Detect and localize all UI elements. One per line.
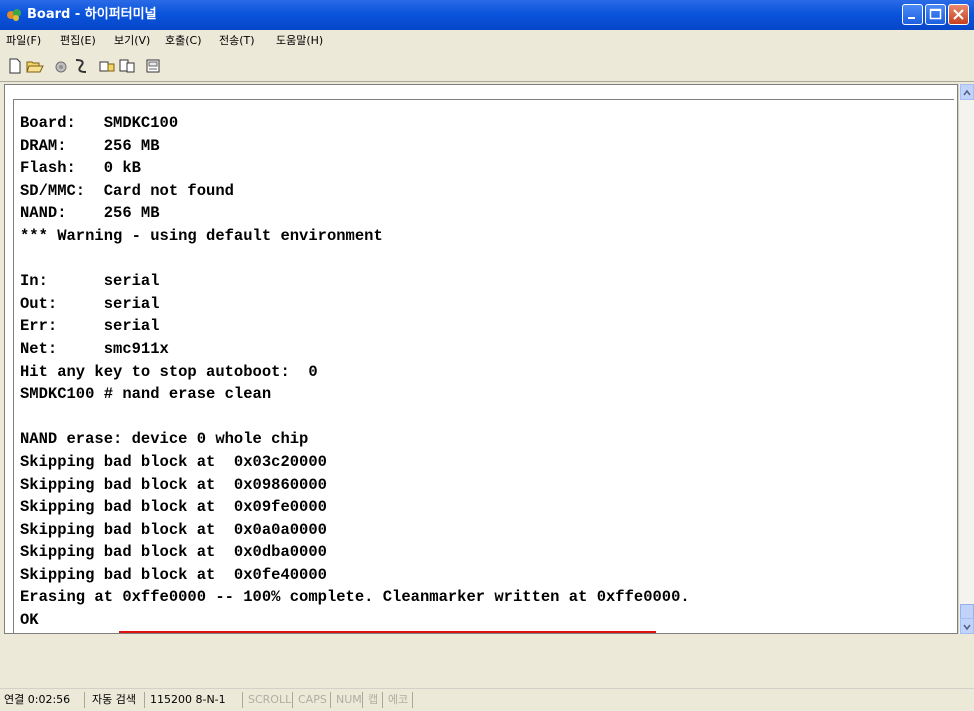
receive-icon[interactable] [118, 58, 136, 74]
status-bar: 연결 0:02:56 자동 검색 115200 8-N-1 SCROLL CAP… [0, 688, 974, 711]
terminal-line: Board: SMDKC100 [20, 112, 690, 135]
chevron-up-icon [961, 86, 973, 100]
terminal-line [20, 248, 690, 271]
terminal-line: Skipping bad block at 0x0fe40000 [20, 564, 690, 587]
terminal-line: Skipping bad block at 0x03c20000 [20, 451, 690, 474]
status-separator [362, 692, 363, 708]
terminal-line: SD/MMC: Card not found [20, 180, 690, 203]
hyperterminal-app-icon [6, 7, 22, 23]
terminal-line: NAND erase: device 0 whole chip [20, 428, 690, 451]
terminal-line [20, 406, 690, 429]
menu-view[interactable]: 보기(V) [114, 34, 150, 48]
window-title: Board - 하이퍼터미널 [27, 7, 157, 23]
status-capture: 캡 [368, 693, 378, 707]
scroll-up-button[interactable] [960, 84, 974, 100]
terminal-line: NAND: 256 MB [20, 202, 690, 225]
status-connected-time: 연결 0:02:56 [4, 693, 70, 707]
minimize-button[interactable] [902, 4, 923, 25]
status-separator [242, 692, 243, 708]
menu-file[interactable]: 파일(F) [6, 34, 41, 48]
status-port-settings: 115200 8-N-1 [150, 693, 226, 707]
terminal-command-line: SMDKC100 # setenv serverip 192.168.0.112… [20, 632, 690, 634]
properties-icon[interactable] [144, 58, 162, 74]
status-separator [84, 692, 85, 708]
terminal-area[interactable]: Board: SMDKC100DRAM: 256 MBFlash: 0 kBSD… [4, 84, 958, 634]
status-separator [144, 692, 145, 708]
vertical-scrollbar[interactable] [958, 84, 974, 634]
chevron-down-icon [961, 620, 973, 634]
menu-call[interactable]: 호출(C) [165, 34, 202, 48]
close-icon [949, 5, 968, 24]
toolbar [0, 52, 974, 82]
status-separator [382, 692, 383, 708]
close-button[interactable] [948, 4, 969, 25]
minimize-icon [903, 5, 922, 24]
maximize-button[interactable] [925, 4, 946, 25]
terminal-line: Net: smc911x [20, 338, 690, 361]
terminal-line: SMDKC100 # nand erase clean [20, 383, 690, 406]
terminal-line: DRAM: 256 MB [20, 135, 690, 158]
menu-help[interactable]: 도움말(H) [276, 34, 323, 48]
send-icon[interactable] [98, 58, 116, 74]
scroll-down-button[interactable] [960, 618, 974, 634]
status-separator [292, 692, 293, 708]
terminal-line: Skipping bad block at 0x09fe0000 [20, 496, 690, 519]
status-separator [412, 692, 413, 708]
open-icon[interactable] [26, 58, 44, 74]
status-auto-detect: 자동 검색 [92, 693, 136, 707]
terminal-output: Board: SMDKC100DRAM: 256 MBFlash: 0 kBSD… [20, 112, 690, 634]
menu-bar: 파일(F) 편집(E) 보기(V) 호출(C) 전송(T) 도움말(H) [0, 30, 974, 52]
terminal-line: OK [20, 609, 690, 632]
maximize-icon [926, 5, 945, 24]
terminal-line: Skipping bad block at 0x0a0a0000 [20, 519, 690, 542]
title-bar[interactable]: Board - 하이퍼터미널 [0, 0, 974, 30]
status-separator [330, 692, 331, 708]
status-num-lock: NUM [336, 693, 362, 707]
terminal-line: *** Warning - using default environment [20, 225, 690, 248]
terminal-line: Hit any key to stop autoboot: 0 [20, 361, 690, 384]
call-icon[interactable] [72, 58, 90, 74]
menu-edit[interactable]: 편집(E) [60, 34, 96, 48]
status-echo: 에코 [388, 693, 408, 707]
terminal-line: Skipping bad block at 0x0dba0000 [20, 541, 690, 564]
terminal-line: Out: serial [20, 293, 690, 316]
terminal-line: Flash: 0 kB [20, 157, 690, 180]
disconnect-icon[interactable] [52, 58, 70, 74]
terminal-line: Skipping bad block at 0x09860000 [20, 474, 690, 497]
terminal-line: In: serial [20, 270, 690, 293]
terminal-line: Err: serial [20, 315, 690, 338]
menu-transfer[interactable]: 전송(T) [219, 34, 255, 48]
new-icon[interactable] [6, 58, 24, 74]
status-caps-lock: CAPS [298, 693, 327, 707]
terminal-line: Erasing at 0xffe0000 -- 100% complete. C… [20, 586, 690, 609]
status-scroll-lock: SCROLL [248, 693, 291, 707]
